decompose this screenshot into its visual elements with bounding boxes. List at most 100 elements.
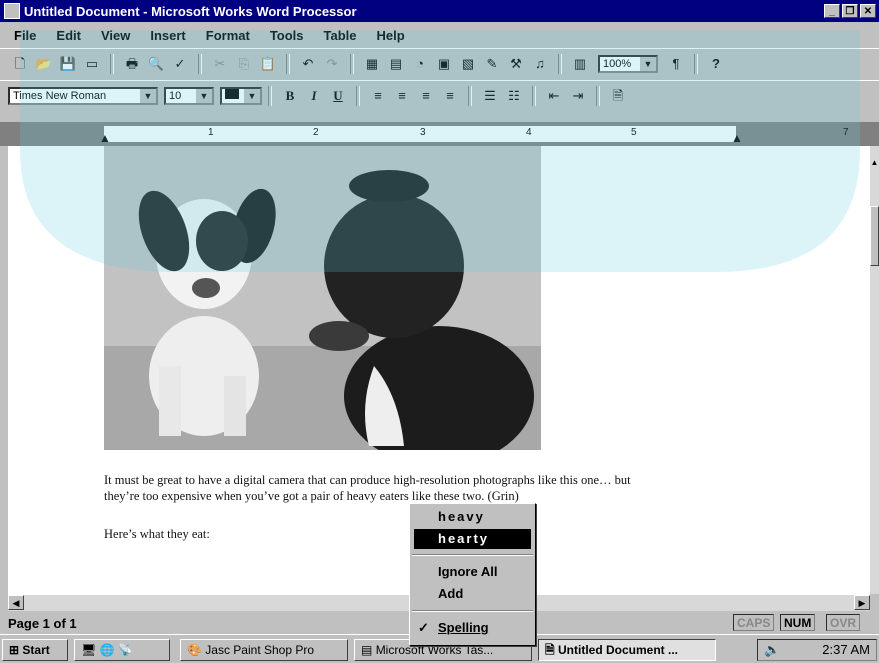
start-label: Start <box>22 643 50 657</box>
menu-divider <box>412 610 533 612</box>
menu-tools[interactable]: Tools <box>270 28 304 43</box>
insert-page-icon[interactable]: 🗎 <box>609 87 627 105</box>
insert-table-icon[interactable]: ▦ <box>363 55 381 73</box>
body-text-line-1[interactable]: It must be great to have a digital camer… <box>104 472 631 488</box>
scroll-right-icon[interactable]: ▶ <box>854 595 870 610</box>
font-size-select[interactable]: 10 ▼ <box>164 86 214 105</box>
toolbar-separator <box>268 85 272 106</box>
task-untitled-document[interactable]: 🗎 Untitled Document ... <box>538 639 716 661</box>
redo-icon[interactable]: ↷ <box>323 55 341 73</box>
help-icon[interactable]: ? <box>707 55 725 73</box>
print-preview-icon[interactable]: 🔍 <box>147 55 165 73</box>
cut-icon[interactable]: ✂ <box>211 55 229 73</box>
task-label: Untitled Document ... <box>558 643 678 657</box>
ruler[interactable]: 1 2 3 4 5 7 ▲ ▲ <box>0 122 879 146</box>
toolbar-separator <box>350 53 354 74</box>
ruler-number: 2 <box>313 127 319 138</box>
menu-table[interactable]: Table <box>324 28 357 43</box>
ruler-number: 4 <box>526 127 532 138</box>
zoom-select[interactable]: 100% ▼ <box>598 54 658 73</box>
align-center-icon[interactable]: ≡ <box>393 87 411 105</box>
undo-icon[interactable]: ↶ <box>299 55 317 73</box>
paste-icon[interactable]: 📋 <box>259 55 277 73</box>
clock: 2:37 AM <box>822 642 870 657</box>
menu-file[interactable]: File <box>14 28 36 43</box>
toolbar-separator <box>286 53 290 74</box>
body-text-para-2[interactable]: Here’s what they eat: <box>104 526 210 542</box>
new-document-icon[interactable]: 🗋 <box>11 55 29 73</box>
paragraph-mark-icon[interactable]: ¶ <box>667 55 685 73</box>
menu-edit[interactable]: Edit <box>56 28 81 43</box>
vertical-scrollbar[interactable]: ▲ <box>870 146 879 594</box>
font-name-select[interactable]: Times New Roman ▼ <box>8 86 158 105</box>
spell-check-icon[interactable]: ✓ <box>171 55 189 73</box>
app-icon[interactable] <box>4 3 20 19</box>
scroll-left-icon[interactable]: ◀ <box>8 595 24 610</box>
spelling-item[interactable]: ✓ Spelling <box>414 618 531 638</box>
justify-icon[interactable]: ≡ <box>441 87 459 105</box>
increase-indent-icon[interactable]: ⇥ <box>569 87 587 105</box>
menu-insert[interactable]: Insert <box>150 28 185 43</box>
underline-button[interactable]: U <box>329 87 347 105</box>
bullets-icon[interactable]: ☰ <box>481 87 499 105</box>
system-tray: 🔈 2:37 AM <box>757 639 877 661</box>
left-indent-marker-icon[interactable]: ▲ <box>99 131 111 145</box>
menu-format[interactable]: Format <box>206 28 250 43</box>
title-bar: Untitled Document - Microsoft Works Word… <box>0 0 879 22</box>
insert-picture-icon[interactable]: ▣ <box>435 55 453 73</box>
browser-icon[interactable]: 🌐 <box>100 643 115 657</box>
copy-icon[interactable]: ⎘ <box>235 55 253 73</box>
minimize-button[interactable]: _ <box>824 4 840 18</box>
toolbar-separator <box>694 53 698 74</box>
body-text-line-2[interactable]: they’re too expensive when you’ve got a … <box>104 488 519 504</box>
desktop-icon[interactable]: 🖥 <box>81 643 96 657</box>
tools-icon[interactable]: ⚒ <box>507 55 525 73</box>
chevron-down-icon: ▼ <box>244 88 260 103</box>
decrease-indent-icon[interactable]: ⇤ <box>545 87 563 105</box>
document-icon: 🗎 <box>545 643 555 657</box>
add-item[interactable]: Add <box>414 584 531 604</box>
scroll-up-icon[interactable]: ▲ <box>870 156 879 170</box>
toolbar-separator <box>532 85 536 106</box>
restore-button[interactable]: ❐ <box>842 4 858 18</box>
italic-button[interactable]: I <box>305 87 323 105</box>
font-name-value: Times New Roman <box>13 89 107 102</box>
toolbar-separator <box>596 85 600 106</box>
sound-icon[interactable]: ♫ <box>531 55 549 73</box>
close-button[interactable]: ✕ <box>860 4 876 18</box>
ovr-indicator: OVR <box>826 614 861 631</box>
menu-view[interactable]: View <box>101 28 130 43</box>
suggestion-heavy[interactable]: heavy <box>414 507 531 527</box>
caps-indicator: CAPS <box>733 614 775 631</box>
bold-button[interactable]: B <box>281 87 299 105</box>
start-button[interactable]: ⊞ Start <box>2 639 68 661</box>
dogs-photo[interactable] <box>104 146 541 450</box>
right-indent-marker-icon[interactable]: ▲ <box>731 131 743 145</box>
channels-icon[interactable]: 📡 <box>118 643 133 657</box>
menu-help[interactable]: Help <box>377 28 405 43</box>
zoom-value: 100% <box>603 57 632 70</box>
insert-spreadsheet-icon[interactable]: ▤ <box>387 55 405 73</box>
chevron-down-icon: ▼ <box>640 56 656 71</box>
insert-drawing-icon[interactable]: ✎ <box>483 55 501 73</box>
speaker-icon[interactable]: 🔈 <box>764 640 780 660</box>
print-icon[interactable]: 🖶 <box>123 55 141 73</box>
save-icon[interactable]: 💾 <box>59 55 77 73</box>
columns-icon[interactable]: ▥ <box>571 55 589 73</box>
suggestion-hearty[interactable]: hearty <box>414 529 531 549</box>
open-folder-icon[interactable]: 📂 <box>35 55 53 73</box>
numbering-icon[interactable]: ☷ <box>505 87 523 105</box>
chevron-down-icon: ▼ <box>196 88 212 103</box>
ignore-all-item[interactable]: Ignore All <box>414 562 531 582</box>
font-color-select[interactable]: ▼ <box>220 86 262 105</box>
scroll-thumb[interactable] <box>870 206 879 266</box>
windows-logo-icon: ⊞ <box>9 643 20 657</box>
task-paint-shop-pro[interactable]: 🎨 Jasc Paint Shop Pro <box>180 639 348 661</box>
align-left-icon[interactable]: ≡ <box>369 87 387 105</box>
insert-clipart-icon[interactable]: ▧ <box>459 55 477 73</box>
quick-launch: 🖥 🌐 📡 <box>74 639 170 661</box>
spell-check-icon: ✓ <box>418 620 429 635</box>
insert-chart-icon[interactable]: ◔ <box>411 55 429 73</box>
align-right-icon[interactable]: ≡ <box>417 87 435 105</box>
address-book-icon[interactable]: ▭ <box>83 55 101 73</box>
